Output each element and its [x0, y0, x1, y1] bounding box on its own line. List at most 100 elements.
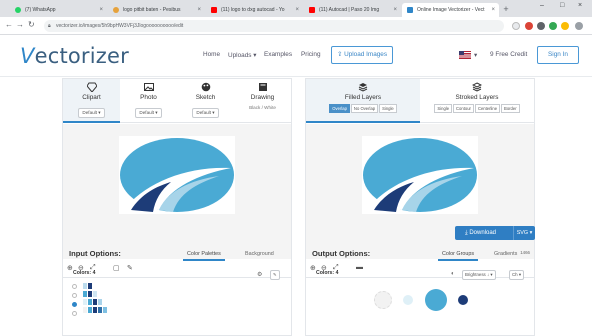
us-flag-icon[interactable] — [459, 51, 471, 59]
single-filled-button[interactable]: Single — [379, 104, 397, 113]
lock-icon: 🔒︎ — [48, 23, 51, 29]
vectorizer-logo[interactable]: Vectorizer — [20, 44, 129, 68]
close-window-icon[interactable]: × — [578, 2, 582, 9]
mode-clipart[interactable]: Clipart Default ▾ — [63, 79, 120, 123]
palette-radio-3[interactable] — [72, 302, 77, 307]
clipart-preset-select[interactable]: Default ▾ — [78, 108, 105, 118]
border-button[interactable]: Border — [501, 104, 520, 113]
download-button[interactable]: ⤓ Download SVG ▾ — [455, 226, 535, 240]
youtube-favicon-icon — [309, 7, 315, 13]
back-arrow-icon[interactable]: ← — [5, 20, 13, 29]
language-caret-icon[interactable]: ▾ — [474, 51, 477, 59]
mode-drawing[interactable]: Drawing Black / White — [234, 79, 291, 122]
nav-pricing[interactable]: Pricing — [301, 51, 321, 58]
sort-brightness-select[interactable]: Brightness ↓ ▾ — [462, 270, 496, 280]
extension-green-icon[interactable] — [549, 22, 557, 30]
contour-button[interactable]: Contour — [453, 104, 474, 113]
maximize-window-icon[interactable]: □ — [560, 2, 564, 9]
palette-swatch[interactable] — [93, 307, 97, 313]
zoom-in-icon[interactable]: ⊕ — [310, 264, 316, 272]
palette-swatch[interactable] — [98, 299, 102, 305]
star-bookmark-icon[interactable] — [512, 22, 520, 30]
palette-color-light-gray[interactable] — [374, 291, 392, 309]
centerline-button[interactable]: Centerline — [474, 104, 501, 113]
single-stroke-button[interactable]: Single — [434, 104, 453, 113]
tab-background[interactable]: Background — [241, 249, 278, 259]
tab-close-icon[interactable]: × — [197, 3, 201, 17]
browser-tab-pitbit[interactable]: logo pitbit baten - Pesibus × — [108, 3, 205, 17]
download-format-select[interactable]: SVG ▾ — [513, 226, 535, 240]
palette-swatch[interactable] — [103, 307, 107, 313]
tab-title: Online Image Vectorizer - Vect — [417, 7, 485, 13]
book-icon — [258, 83, 267, 91]
download-label: ⤓ Download — [465, 230, 497, 236]
eyedropper-picker-button[interactable]: ✎ — [270, 270, 280, 280]
photo-preset-select[interactable]: Default ▾ — [135, 108, 162, 118]
nav-uploads[interactable]: Uploads ▾ — [228, 51, 256, 59]
mode-sketch[interactable]: Sketch Default ▾ — [177, 79, 234, 122]
overlap-button[interactable]: Overlap — [329, 104, 350, 113]
palette-radio-2[interactable] — [72, 293, 77, 298]
palette-swatch[interactable] — [88, 291, 92, 297]
browser-tab-whatsapp[interactable]: (7) WhatsApp × — [10, 3, 107, 17]
extension-gray-icon[interactable] — [537, 22, 545, 30]
palette-swatch[interactable] — [88, 283, 92, 289]
zoom-in-icon[interactable]: ⊕ — [67, 264, 73, 272]
tab-color-palettes[interactable]: Color Palettes — [183, 249, 225, 261]
nav-home[interactable]: Home — [203, 51, 220, 58]
minimize-window-icon[interactable]: – — [540, 2, 544, 9]
palette-radio-4[interactable] — [72, 311, 77, 316]
edit-icon[interactable]: ✎ — [127, 264, 133, 272]
tab-color-groups[interactable]: Color Groups — [438, 249, 479, 261]
site-header: Vectorizer Home Uploads ▾ Examples Prici… — [0, 35, 592, 77]
extension-yellow-icon[interactable] — [561, 22, 569, 30]
forward-arrow-icon[interactable]: → — [16, 20, 24, 29]
logo-initial: V — [20, 44, 35, 68]
settings-gear-icon[interactable]: ⚙ — [257, 271, 262, 278]
mode-photo[interactable]: Photo Default ▾ — [120, 79, 177, 122]
palette-color-sky-blue[interactable] — [425, 289, 447, 311]
sort-info-icon[interactable]: ◐ — [451, 271, 455, 277]
sign-in-button[interactable]: Sign In — [537, 46, 579, 64]
extension-red-icon[interactable] — [525, 22, 533, 30]
url-input[interactable]: 🔒︎ vectorizer.io/images/5h9bpHW3VFj3Jlog… — [44, 20, 504, 32]
tab-close-icon[interactable]: × — [99, 3, 103, 17]
stroke-layers-icon — [472, 82, 482, 92]
crop-icon[interactable]: ▢ — [113, 264, 120, 272]
browser-tab-youtube-2[interactable]: (11) Autocad | Paso 20 Img × — [304, 3, 401, 17]
palette-color-navy[interactable] — [458, 295, 468, 305]
output-size-label: 1466 — [520, 250, 530, 255]
nav-examples[interactable]: Examples — [264, 51, 292, 58]
palette-swatch[interactable] — [88, 307, 92, 313]
palette-color-pale-blue[interactable] — [403, 295, 413, 305]
palette-swatch[interactable] — [83, 307, 87, 313]
tab-gradients[interactable]: Gradients — [490, 249, 521, 259]
palette-swatch[interactable] — [88, 299, 92, 305]
mode-label: Stroked Layers — [455, 94, 499, 101]
view-mode-icon[interactable]: ▬ — [356, 264, 363, 271]
input-image-canvas[interactable] — [63, 124, 291, 259]
profile-avatar-icon[interactable] — [575, 22, 583, 30]
sketch-preset-select[interactable]: Default ▾ — [192, 108, 219, 118]
palette-swatch[interactable] — [93, 299, 97, 305]
browser-tab-youtube-1[interactable]: (11) logo to dxg autocad - Yo × — [206, 3, 303, 17]
color-count-select[interactable]: Ch ▾ — [509, 270, 525, 280]
palette-swatch[interactable] — [83, 291, 87, 297]
upload-images-button[interactable]: ⇪ Upload Images — [331, 46, 393, 64]
tab-close-icon[interactable]: × — [491, 3, 495, 17]
diamond-icon — [86, 82, 97, 92]
palette-swatch[interactable] — [98, 307, 102, 313]
mode-filled-layers[interactable]: Filled Layers Overlap No Overlap Single — [306, 79, 420, 123]
browser-tab-vectorizer[interactable]: Online Image Vectorizer - Vect × — [402, 3, 499, 17]
input-colors-count: Colors: 4 — [73, 270, 96, 276]
no-overlap-button[interactable]: No Overlap — [350, 104, 379, 113]
reload-icon[interactable]: ↻ — [28, 20, 35, 29]
palette-swatch[interactable] — [83, 299, 87, 305]
new-tab-icon[interactable]: + — [500, 3, 512, 17]
tab-close-icon[interactable]: × — [393, 3, 397, 17]
palette-swatch[interactable] — [93, 291, 97, 297]
mode-stroked-layers[interactable]: Stroked Layers Single Contour Centerline… — [420, 79, 534, 122]
palette-swatch[interactable] — [83, 283, 87, 289]
tab-close-icon[interactable]: × — [295, 3, 299, 17]
palette-radio-1[interactable] — [72, 284, 77, 289]
